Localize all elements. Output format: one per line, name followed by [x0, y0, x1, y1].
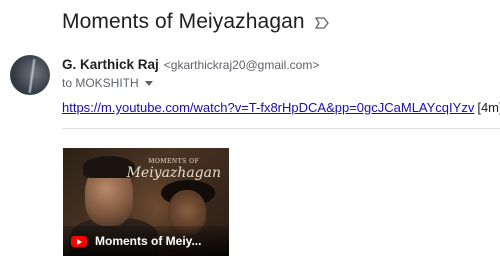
sender-row: G. Karthick Raj <gkarthickraj20@gmail.co… [62, 57, 319, 72]
video-duration: [4m] [477, 100, 500, 115]
chevron-down-icon[interactable] [144, 80, 153, 86]
youtube-link[interactable]: https://m.youtube.com/watch?v=T-fx8rHpDC… [62, 100, 474, 115]
youtube-icon [71, 235, 87, 247]
sender-name[interactable]: G. Karthick Raj [62, 57, 159, 72]
recipients-row[interactable]: to MOKSHITH [62, 76, 153, 90]
label-outline-icon[interactable] [314, 16, 329, 29]
thumbnail-title-big: Meiyazhagan [126, 165, 221, 181]
sender-email: <gkarthickraj20@gmail.com> [163, 58, 320, 72]
avatar-streak [28, 59, 36, 93]
video-card-title[interactable]: Moments of Meiy... [95, 234, 201, 248]
email-body: https://m.youtube.com/watch?v=T-fx8rHpDC… [62, 100, 500, 115]
email-subject: Moments of Meiyazhagan [62, 10, 305, 33]
video-preview-card[interactable]: MOMENTS OF Meiyazhagan Moments of Meiy..… [63, 148, 229, 256]
thumbnail-movie-title: MOMENTS OF Meiyazhagan [127, 158, 221, 181]
video-card-bar: Moments of Meiy... [63, 226, 229, 256]
sender-avatar[interactable] [10, 55, 50, 95]
recipients-label: to MOKSHITH [62, 76, 139, 90]
email-subject-row: Moments of Meiyazhagan [62, 10, 329, 34]
divider [62, 128, 500, 129]
thumbnail-title-small: MOMENTS OF [148, 158, 200, 165]
